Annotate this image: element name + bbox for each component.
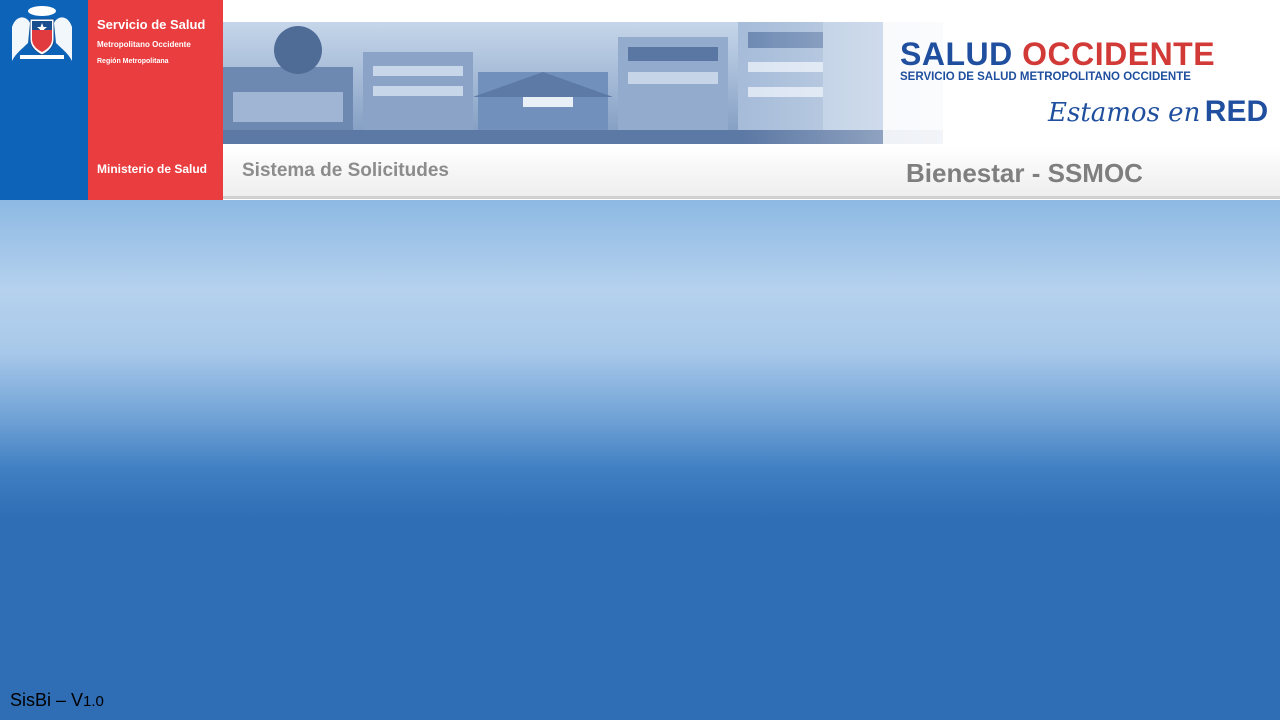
- org-region: Región Metropolitana: [97, 58, 169, 65]
- version-number: 1.0: [83, 693, 104, 710]
- brand-subtitle: SERVICIO DE SALUD METROPOLITANO OCCIDENT…: [900, 71, 1191, 83]
- version-prefix: SisBi – V: [10, 690, 84, 710]
- brand-title-word1: SALUD: [900, 36, 1013, 72]
- chile-coat-of-arms-icon: [12, 6, 72, 61]
- version-label: SisBi – V1.0: [10, 690, 104, 711]
- org-name: Servicio de Salud: [97, 17, 206, 32]
- brand-title: SALUD OCCIDENTE: [900, 36, 1215, 73]
- brand-title-word2: OCCIDENTE: [1022, 36, 1216, 72]
- header: Servicio de Salud Metropolitano Occident…: [0, 0, 1280, 200]
- ministry-label: Ministerio de Salud: [97, 162, 208, 176]
- organization-label: Bienestar - SSMOC: [906, 158, 1143, 188]
- brand-slogan: Estamos en RED: [1048, 95, 1268, 129]
- government-blue-panel: [0, 0, 88, 200]
- brand-slogan-script: Estamos en: [1048, 98, 1201, 128]
- org-subtitle: Metropolitano Occidente: [97, 40, 191, 49]
- brand-slogan-bold: RED: [1204, 95, 1269, 128]
- system-label: Sistema de Solicitudes: [242, 160, 449, 181]
- subheader-bar: Sistema de Solicitudes Bienestar - SSMOC: [223, 146, 1280, 199]
